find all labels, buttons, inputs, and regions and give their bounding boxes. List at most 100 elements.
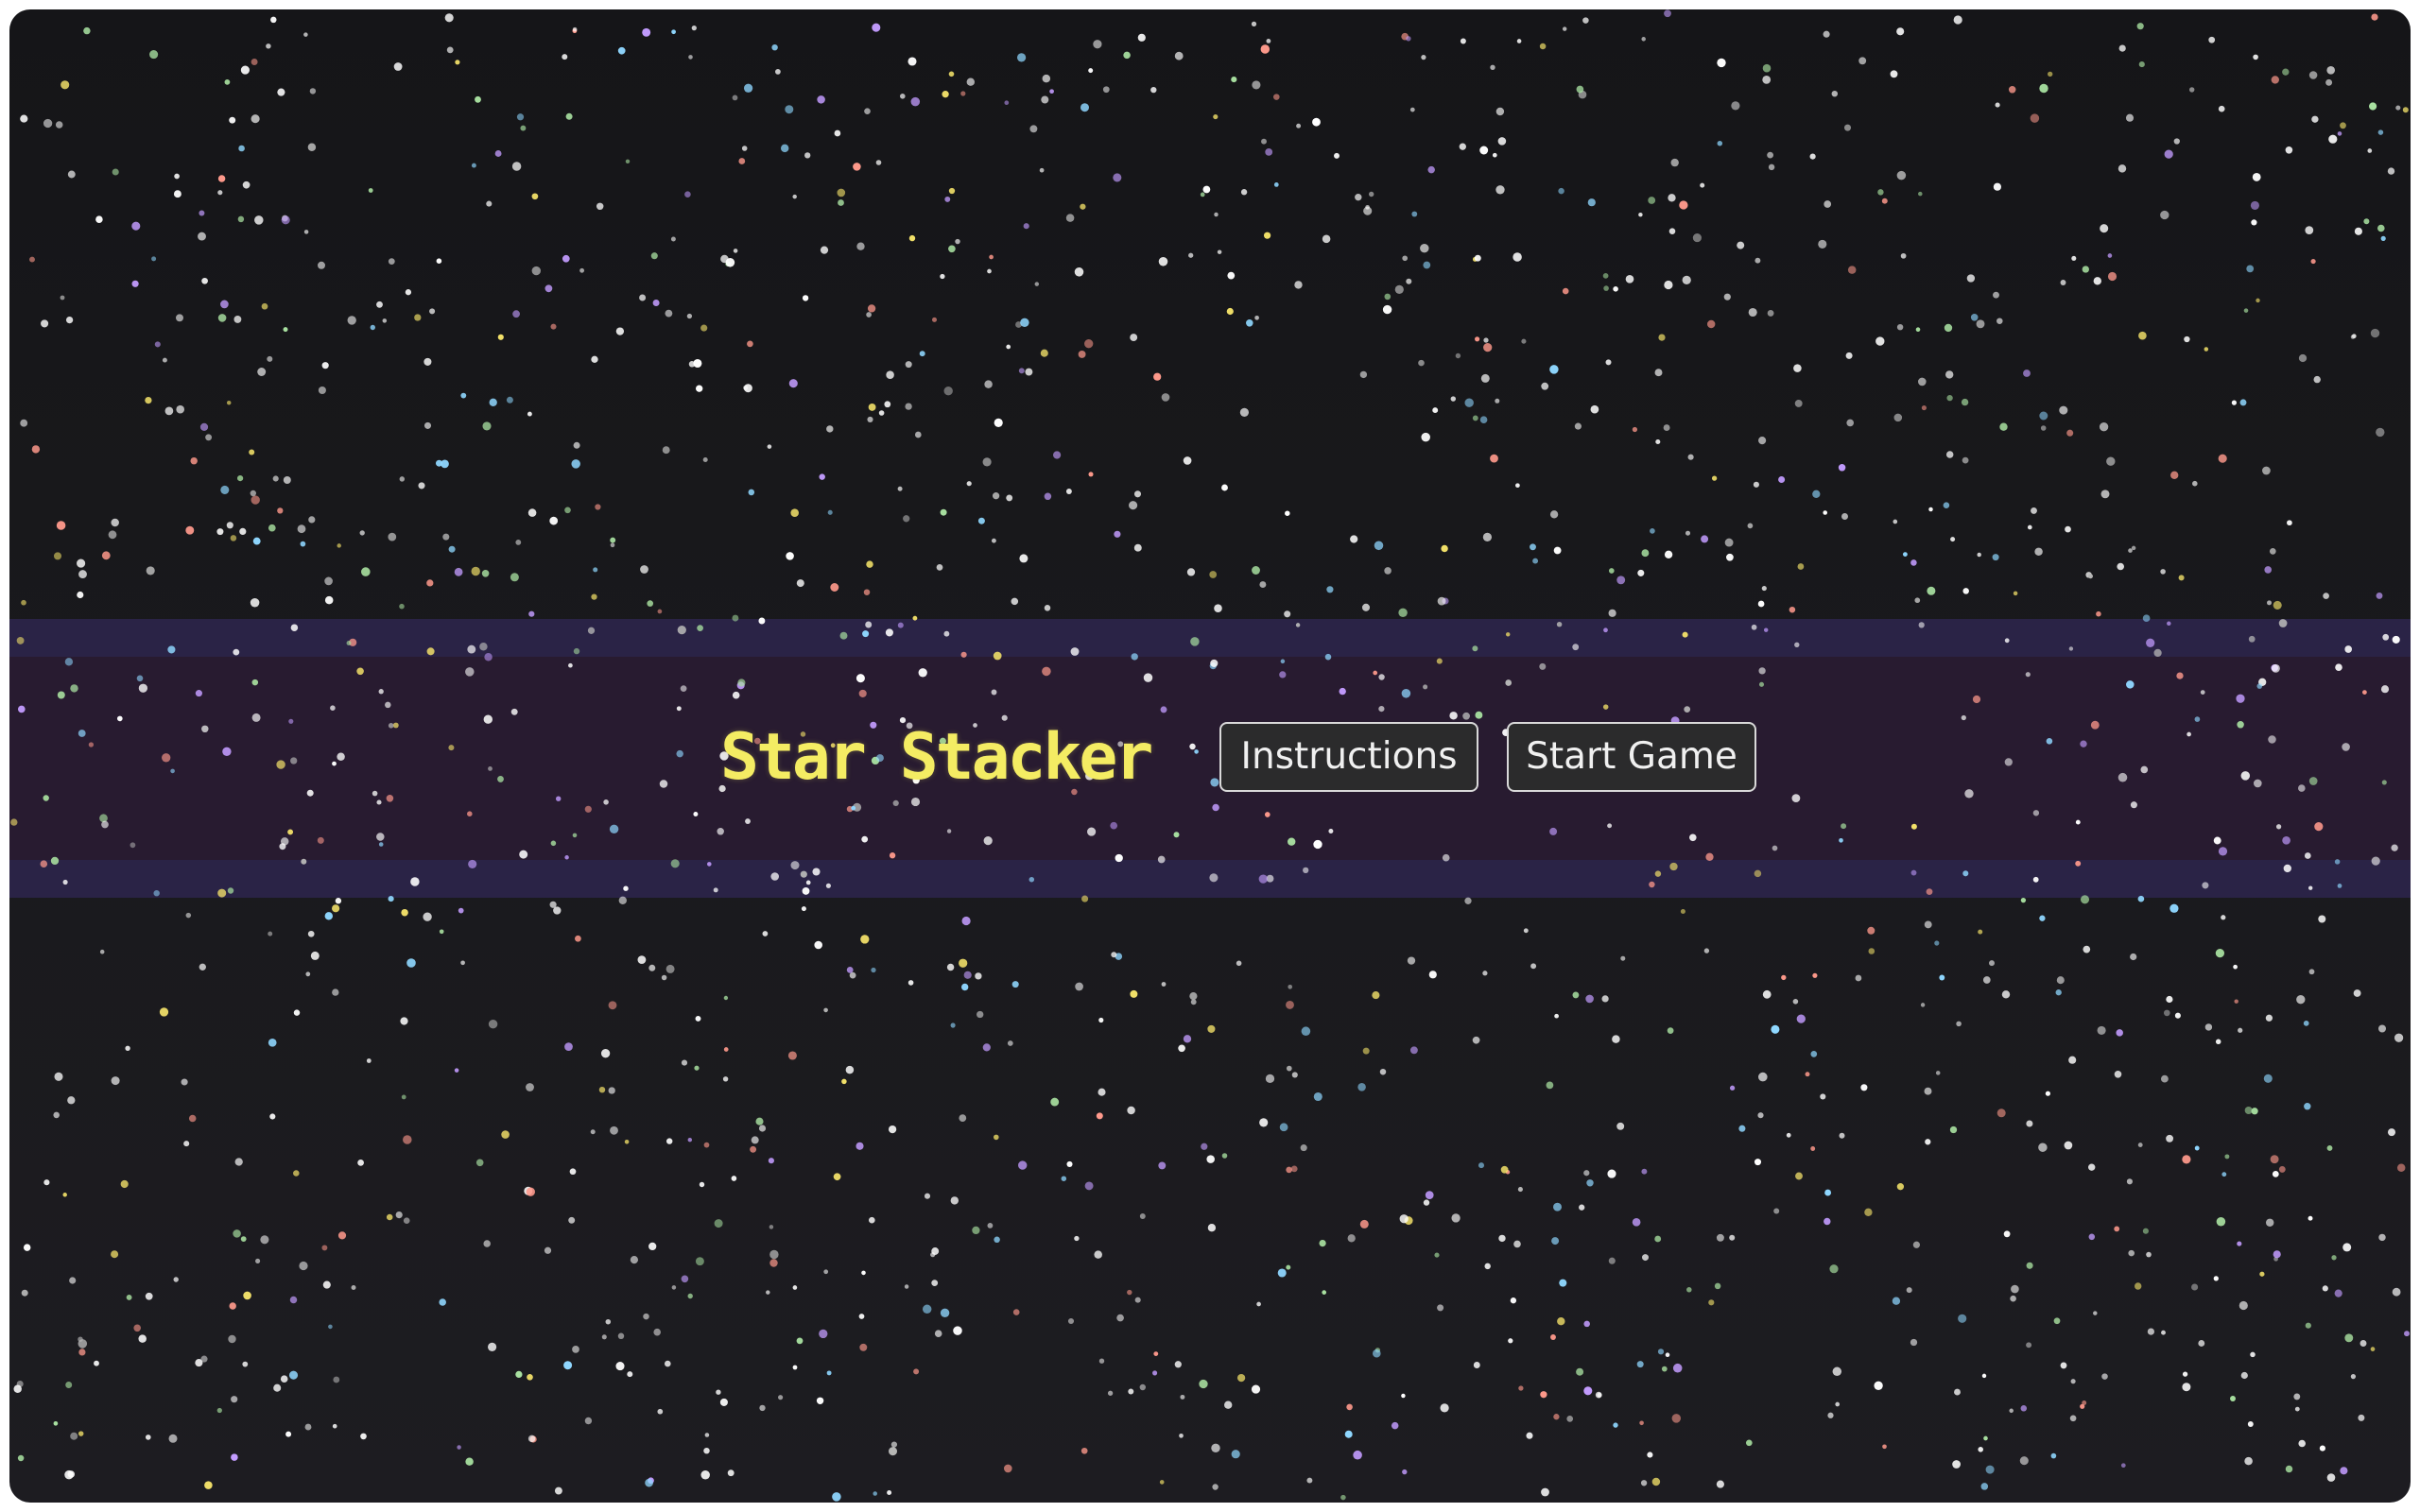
star (1910, 559, 1917, 566)
star (1251, 21, 1257, 27)
star (328, 1324, 333, 1330)
star (2304, 1103, 2311, 1110)
star (159, 1007, 169, 1017)
star (856, 242, 865, 250)
star (953, 1326, 962, 1335)
star (1669, 862, 1678, 871)
starfield (10, 9, 2410, 1502)
star (1671, 1414, 1682, 1423)
star (1078, 350, 1086, 358)
star (2282, 835, 2290, 845)
star (1823, 30, 1830, 38)
star (1708, 1299, 1715, 1306)
star (359, 530, 365, 536)
star (333, 1376, 340, 1383)
star (1934, 940, 1940, 946)
start-game-button[interactable]: Start Game (1507, 722, 1756, 792)
star (1667, 1027, 1674, 1034)
star (403, 1217, 410, 1225)
star (681, 1059, 688, 1066)
star (2184, 335, 2190, 343)
star (2233, 964, 2238, 970)
star (519, 850, 528, 859)
star (924, 1193, 931, 1199)
star (1042, 74, 1051, 83)
star (1583, 1386, 1593, 1396)
star (460, 960, 465, 966)
star (1668, 194, 1676, 202)
star (1918, 377, 1927, 387)
star (494, 150, 502, 157)
star (946, 829, 952, 833)
star (1210, 659, 1219, 667)
star (1042, 666, 1051, 677)
star (1407, 956, 1416, 965)
star (479, 642, 488, 651)
star (593, 567, 598, 573)
star (707, 862, 712, 867)
star (624, 1140, 630, 1144)
star (168, 1434, 178, 1443)
star (1791, 794, 1801, 803)
star (1252, 80, 1261, 90)
star (1687, 454, 1694, 460)
star (1374, 541, 1384, 551)
star (801, 906, 806, 912)
star (136, 675, 144, 682)
star (1989, 960, 1995, 967)
star (615, 327, 625, 335)
star (1978, 1447, 1983, 1452)
star (1110, 821, 1118, 830)
star (2246, 265, 2255, 273)
star (930, 1252, 936, 1258)
star (2293, 1393, 2301, 1400)
star (686, 313, 693, 319)
star (1613, 286, 1618, 292)
star (2371, 13, 2378, 21)
star (2380, 235, 2386, 241)
star (745, 818, 751, 825)
star (568, 1216, 576, 1224)
instructions-button[interactable]: Instructions (1219, 722, 1478, 792)
star (717, 828, 724, 835)
star (1562, 287, 1569, 295)
star (483, 714, 493, 724)
star (1551, 1237, 1560, 1246)
star (1322, 1290, 1327, 1295)
star (1845, 352, 1853, 359)
star (666, 964, 675, 973)
star (1977, 552, 1981, 558)
star (401, 1094, 406, 1100)
star (1762, 76, 1772, 84)
star (2247, 1421, 2254, 1427)
star (520, 125, 527, 131)
star (1049, 89, 1054, 94)
star (788, 379, 798, 388)
star (1213, 114, 1219, 120)
star (743, 384, 752, 393)
star (1472, 645, 1478, 652)
star (1612, 1035, 1620, 1043)
star (1794, 399, 1803, 407)
star (307, 930, 315, 937)
star (1961, 714, 1966, 721)
star (1692, 233, 1702, 243)
star (963, 971, 972, 979)
star (1116, 1314, 1124, 1322)
star (1411, 211, 1418, 217)
star (960, 91, 966, 96)
star (475, 95, 481, 103)
star (1423, 261, 1431, 269)
star (2303, 1021, 2309, 1026)
star (2237, 1241, 2242, 1246)
star (1373, 1349, 1381, 1358)
star (528, 610, 535, 617)
star (1858, 57, 1867, 65)
star (1039, 167, 1045, 173)
star (2218, 847, 2228, 856)
star (1781, 974, 1787, 981)
star (922, 1304, 932, 1314)
star (1981, 1373, 1987, 1379)
star (224, 79, 231, 85)
star (293, 1170, 300, 1177)
